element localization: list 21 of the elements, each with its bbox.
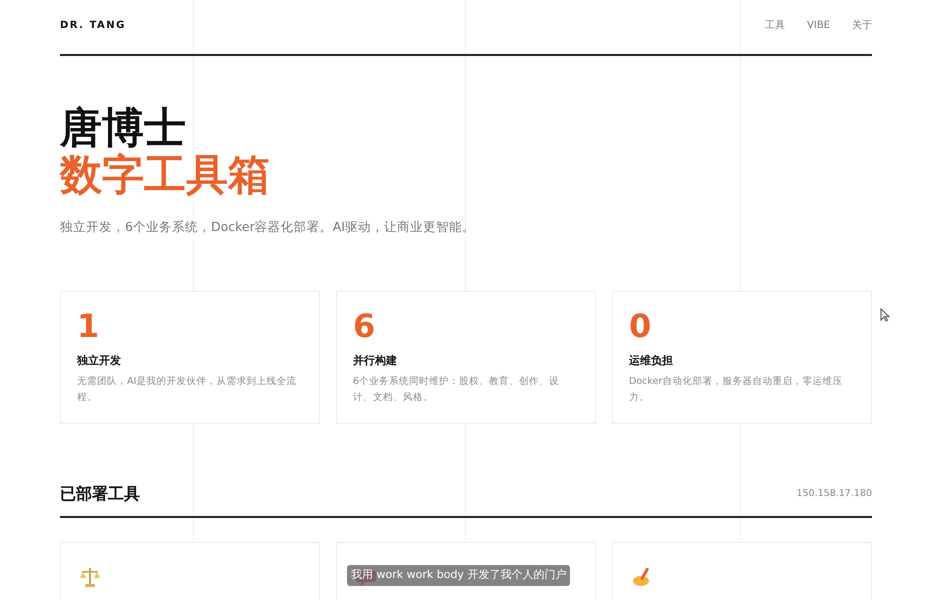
hero-title: 唐博士 <box>60 104 187 152</box>
mouse-cursor-icon <box>880 308 890 322</box>
video-caption: 我用 work work body 开发了我个人的门户 <box>347 565 570 586</box>
section-title: 已部署工具 <box>60 482 140 505</box>
scales-icon <box>79 566 101 588</box>
hero-subtitle: 数字工具箱 <box>60 151 271 198</box>
nav-link[interactable]: 关于 <box>852 18 872 32</box>
stat-description: 6个业务系统同时维护：股权、教育、创作、设计、文档、风格。 <box>353 374 560 406</box>
stat-number: 1 <box>77 306 100 347</box>
stat-description: 无需团队，AI是我的开发伙伴，从需求到上线全流程。 <box>77 374 298 406</box>
brand-logo[interactable]: DR. TANG <box>60 18 126 32</box>
stat-description: Docker自动化部署，服务器自动重启，零运维压力。 <box>629 374 844 406</box>
stat-number: 6 <box>353 306 376 347</box>
nav-link[interactable]: VIBE <box>807 18 830 32</box>
stat-number: 0 <box>629 306 652 347</box>
stat-title: 运维负担 <box>629 353 674 370</box>
stat-title: 并行构建 <box>353 353 398 370</box>
nav-link[interactable]: 工具 <box>765 18 786 32</box>
hero-tagline: 独立开发，6个业务系统，Docker容器化部署。AI驱动，让商业更智能。 <box>60 218 476 236</box>
stat-title: 独立开发 <box>77 353 122 370</box>
server-address: 150.158.17.180 <box>796 486 872 501</box>
